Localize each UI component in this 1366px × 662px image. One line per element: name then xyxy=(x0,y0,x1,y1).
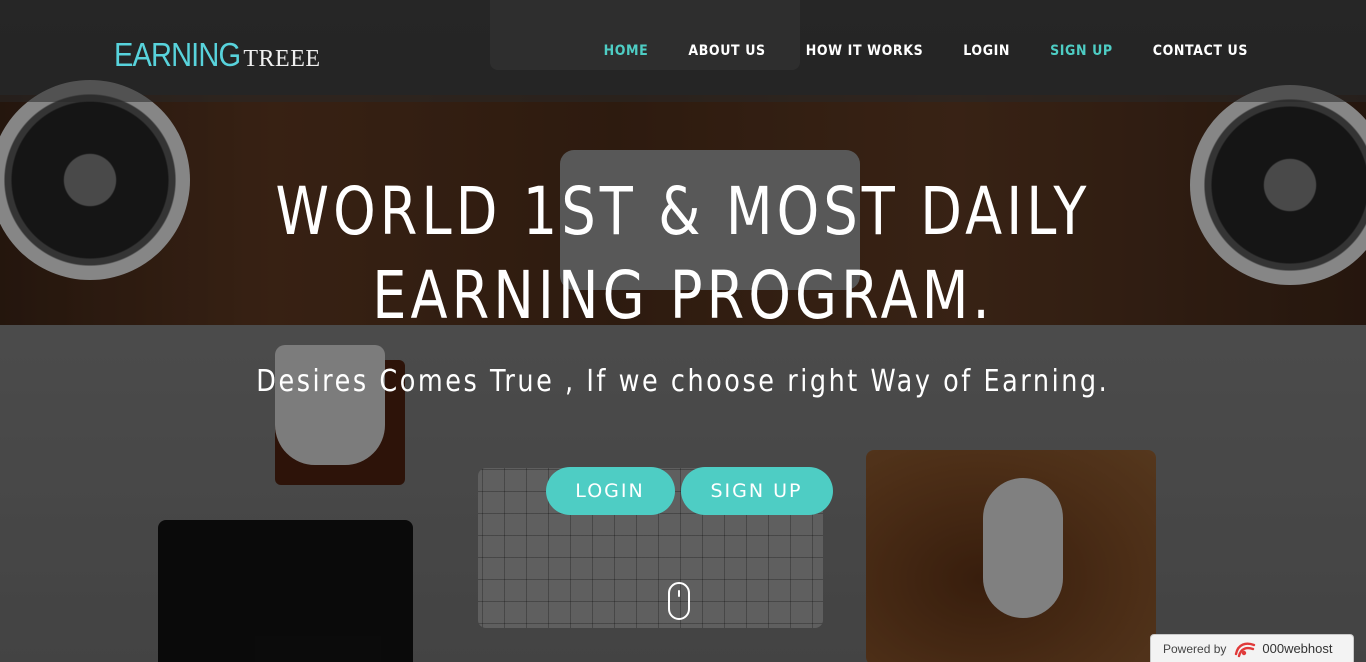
nav-contact-us[interactable]: CONTACT US xyxy=(1153,43,1248,59)
logo-sub-text: TREEE xyxy=(243,46,321,72)
nav-how-it-works[interactable]: HOW IT WORKS xyxy=(806,43,924,59)
site-header: EARNING TREEE HOME ABOUT US HOW IT WORKS… xyxy=(0,0,1366,102)
mouse-scroll-icon[interactable] xyxy=(668,582,690,620)
hero-title-line-1: WORLD 1ST & MOST DAILY xyxy=(275,173,1091,250)
nav-sign-up[interactable]: SIGN UP xyxy=(1050,43,1113,59)
signup-button[interactable]: SIGN UP xyxy=(680,467,833,515)
main-nav: HOME ABOUT US HOW IT WORKS LOGIN SIGN UP… xyxy=(564,43,1248,59)
login-button[interactable]: LOGIN xyxy=(545,467,675,515)
site-logo[interactable]: EARNING TREEE xyxy=(114,36,321,74)
hero-subtitle: Desires Comes True , If we choose right … xyxy=(0,364,1366,399)
nav-login[interactable]: LOGIN xyxy=(963,43,1010,59)
hero-subtitle-text: Desires Comes True , If we choose right … xyxy=(256,364,1110,399)
nav-home[interactable]: HOME xyxy=(604,43,649,59)
nav-about-us[interactable]: ABOUT US xyxy=(688,43,765,59)
logo-main-text: EARNING xyxy=(114,36,241,73)
hero-buttons: LOGIN SIGN UP xyxy=(0,467,1366,515)
hero-title: WORLD 1ST & MOST DAILY EARNING PROGRAM. xyxy=(0,170,1366,338)
badge-brand: 000webhost xyxy=(1262,641,1333,656)
badge-text: Powered by xyxy=(1163,641,1227,656)
powered-by-badge[interactable]: Powered by 000webhost xyxy=(1150,634,1354,662)
000webhost-logo-icon xyxy=(1235,642,1256,657)
hero-title-line-2: EARNING PROGRAM. xyxy=(372,257,994,334)
